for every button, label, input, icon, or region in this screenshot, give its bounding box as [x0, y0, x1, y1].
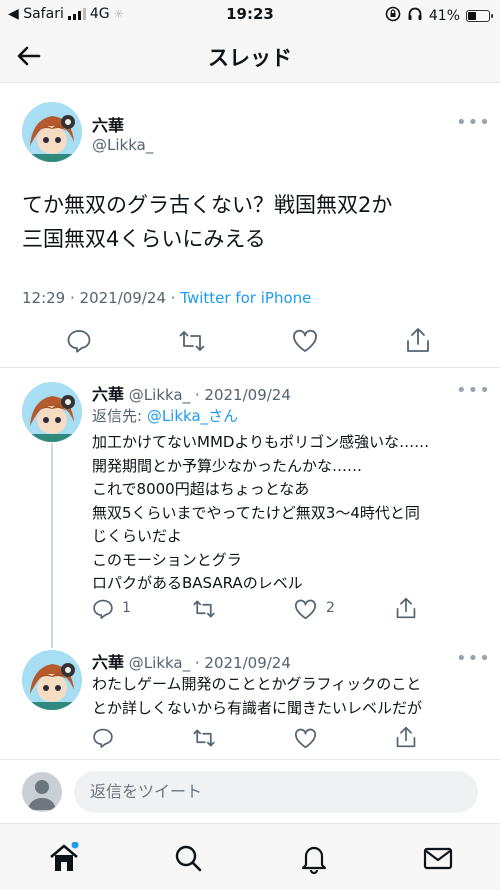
tweet-meta: 12:29 · 2021/09/24 · Twitter for iPhone: [22, 289, 311, 307]
share-icon[interactable]: [395, 596, 417, 624]
thread-line: [51, 443, 53, 648]
author-name[interactable]: 六華: [92, 653, 124, 672]
reply-header: 六華 @Likka_ · 2021/09/24: [92, 649, 291, 673]
tweet-text-line: 三国無双4くらいにみえる: [22, 227, 266, 251]
more-icon[interactable]: •••: [456, 112, 491, 133]
headphones-icon: [407, 6, 423, 26]
author-handle-date[interactable]: @Likka_ · 2021/09/24: [129, 386, 291, 404]
tab-bar: [0, 823, 500, 890]
tweet-source[interactable]: Twitter for iPhone: [180, 289, 311, 307]
battery-icon: [466, 10, 493, 22]
reply-text-line: とか詳しくないから有識者に聞きたいレベルだが: [92, 698, 423, 717]
share-icon[interactable]: [395, 725, 417, 753]
tweet-timestamp[interactable]: 12:29 · 2021/09/24 ·: [22, 289, 180, 307]
author-name[interactable]: 六華: [92, 112, 124, 136]
reply-text-line: 開発期間とか予算少なかったんかな……: [92, 456, 363, 475]
avatar[interactable]: [22, 650, 82, 710]
home-icon[interactable]: [48, 841, 80, 874]
reply-composer: 返信をツイート: [0, 759, 500, 824]
author-handle-date[interactable]: @Likka_ · 2021/09/24: [129, 654, 291, 672]
retweet-icon[interactable]: [192, 727, 216, 753]
tweet-text-line: てか無双のグラ古くない？戦国無双2か: [22, 193, 393, 217]
avatar[interactable]: [22, 102, 82, 162]
retweet-icon[interactable]: [178, 328, 206, 354]
battery-percent: 41%: [428, 8, 460, 24]
reply-text-line: わたしゲーム開発のこととかグラフィックのこと: [92, 675, 422, 693]
author-name[interactable]: 六華: [92, 385, 124, 404]
reply-icon[interactable]: [92, 727, 114, 753]
like-icon[interactable]: [294, 599, 317, 624]
avatar[interactable]: [22, 382, 82, 442]
more-icon[interactable]: •••: [456, 648, 491, 669]
tweet-text: てか無双のグラ古くない？戦国無双2か 三国無双4くらいにみえる: [22, 188, 392, 256]
replying-to: 返信先: @Likka_さん: [92, 405, 238, 426]
status-bar: ◀ Safari 4G ✳ 19:23 41%: [0, 0, 500, 30]
like-icon[interactable]: [294, 728, 317, 753]
rotation-lock-icon: [385, 6, 401, 26]
reply-text-line: このモーションとグラ: [92, 550, 242, 569]
notifications-icon[interactable]: [298, 842, 330, 875]
reply-text-line: 無双5くらいまでやってたけど無双3〜4時代と同: [92, 503, 420, 522]
messages-icon[interactable]: [422, 842, 454, 874]
reply-icon[interactable]: [92, 598, 114, 624]
reply-text-line: これで8000円超はちょっとなあ: [92, 480, 310, 498]
nav-header: スレッド: [0, 30, 500, 83]
reply-icon[interactable]: [66, 328, 92, 354]
share-icon[interactable]: [405, 326, 431, 354]
reply-text-line: ロパクがあるBASARAのレベル: [92, 574, 303, 592]
reply-text-line: じくらいだよ: [92, 527, 183, 545]
retweet-icon[interactable]: [192, 598, 216, 624]
reply-text: わたしゲーム開発のこととかグラフィックのこと とか詳しくないから有識者に聞きたい…: [92, 673, 422, 720]
more-icon[interactable]: •••: [456, 380, 491, 401]
like-icon[interactable]: [292, 329, 318, 353]
reply-input[interactable]: 返信をツイート: [74, 771, 478, 813]
status-right: 41%: [385, 6, 493, 26]
like-count: 2: [326, 600, 335, 616]
reply-count: 1: [122, 600, 131, 616]
replying-to-label: 返信先:: [92, 407, 147, 425]
reply-text-line: 加工かけてないMMDよりもポリゴン感強いな……: [92, 433, 430, 451]
reply-text: 加工かけてないMMDよりもポリゴン感強いな…… 開発期間とか予算少なかったんかな…: [92, 431, 429, 596]
replying-to-handle[interactable]: @Likka_さん: [147, 407, 238, 425]
user-avatar[interactable]: [22, 772, 62, 812]
page-title: スレッド: [208, 46, 292, 70]
search-icon[interactable]: [172, 842, 204, 874]
author-handle[interactable]: @Likka_: [92, 136, 153, 154]
reply-header: 六華 @Likka_ · 2021/09/24: [92, 381, 291, 405]
divider: [0, 367, 500, 368]
